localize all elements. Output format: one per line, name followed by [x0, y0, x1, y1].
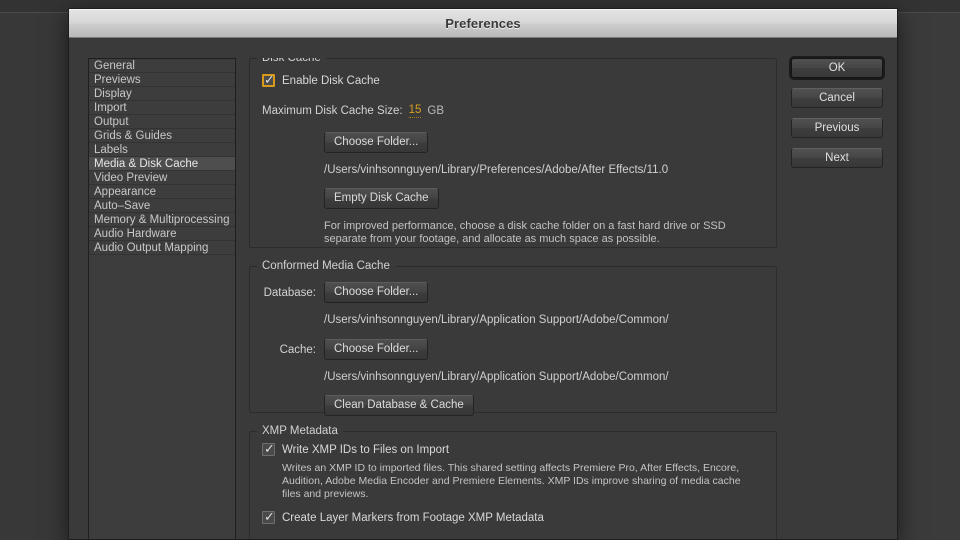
database-choose-folder-button[interactable]: Choose Folder...	[324, 282, 429, 303]
disk-cache-folder-path: /Users/vinhsonnguyen/Library/Preferences…	[324, 164, 669, 176]
enable-disk-cache-label: Enable Disk Cache	[282, 74, 380, 87]
sidebar-item-labels[interactable]: Labels	[89, 143, 235, 157]
sidebar-item-audio-hardware[interactable]: Audio Hardware	[89, 227, 235, 241]
xmp-metadata-group: XMP Metadata ✓ Write XMP IDs to Files on…	[249, 425, 777, 539]
database-row: Database: Choose Folder...	[262, 282, 764, 303]
cache-row: Cache: Choose Folder...	[262, 339, 764, 360]
sidebar-item-appearance[interactable]: Appearance	[89, 185, 235, 199]
checkmark-icon: ✓	[264, 509, 275, 524]
sidebar-item-auto-save[interactable]: Auto–Save	[89, 199, 235, 213]
dialog-title: Preferences	[445, 16, 521, 31]
database-label: Database:	[263, 286, 316, 299]
database-path: /Users/vinhsonnguyen/Library/Application…	[324, 314, 669, 326]
disk-cache-path-row: /Users/vinhsonnguyen/Library/Preferences…	[324, 160, 764, 178]
ok-button[interactable]: OK	[791, 58, 883, 78]
create-layer-markers-label: Create Layer Markers from Footage XMP Me…	[282, 511, 544, 524]
backdrop-right-panel	[897, 13, 960, 540]
sidebar-item-output[interactable]: Output	[89, 115, 235, 129]
settings-pane: Disk Cache ✓ Enable Disk Cache Maximum D…	[249, 58, 777, 539]
dialog-body: General Previews Display Import Output G…	[69, 38, 897, 539]
backdrop-left-panel	[0, 13, 69, 540]
write-xmp-ids-description-row: Writes an XMP ID to imported files. This…	[282, 462, 764, 501]
clean-database-cache-row: Clean Database & Cache	[324, 395, 764, 416]
checkmark-icon: ✓	[264, 72, 275, 87]
sidebar-item-memory-multiprocessing[interactable]: Memory & Multiprocessing	[89, 213, 235, 227]
cancel-button[interactable]: Cancel	[791, 88, 883, 108]
max-disk-cache-size-value[interactable]: 15	[408, 104, 422, 118]
write-xmp-ids-label: Write XMP IDs to Files on Import	[282, 443, 450, 456]
sidebar-item-display[interactable]: Display	[89, 87, 235, 101]
create-layer-markers-row[interactable]: ✓ Create Layer Markers from Footage XMP …	[262, 509, 764, 524]
sidebar-item-audio-output-mapping[interactable]: Audio Output Mapping	[89, 241, 235, 255]
clean-database-and-cache-button[interactable]: Clean Database & Cache	[324, 395, 474, 416]
dialog-titlebar[interactable]: Preferences	[69, 9, 897, 38]
write-xmp-ids-row[interactable]: ✓ Write XMP IDs to Files on Import	[262, 441, 764, 456]
dialog-action-buttons: OK Cancel Previous Next	[791, 58, 883, 178]
sidebar-item-media-and-disk-cache[interactable]: Media & Disk Cache	[89, 157, 235, 171]
sidebar-item-import[interactable]: Import	[89, 101, 235, 115]
empty-disk-cache-button[interactable]: Empty Disk Cache	[324, 188, 439, 209]
xmp-metadata-group-title: XMP Metadata	[257, 425, 343, 437]
next-button[interactable]: Next	[791, 148, 883, 168]
disk-cache-choose-folder-button[interactable]: Choose Folder...	[324, 132, 429, 153]
disk-cache-helper-row: For improved performance, choose a disk …	[324, 220, 764, 246]
sidebar-item-general[interactable]: General	[89, 59, 235, 73]
cache-choose-folder-button[interactable]: Choose Folder...	[324, 339, 429, 360]
disk-cache-helper-text: For improved performance, choose a disk …	[324, 220, 726, 245]
conformed-media-cache-group-title: Conformed Media Cache	[257, 260, 395, 272]
previous-button[interactable]: Previous	[791, 118, 883, 138]
category-list[interactable]: General Previews Display Import Output G…	[88, 58, 236, 539]
checkmark-icon: ✓	[264, 441, 275, 456]
enable-disk-cache-checkbox[interactable]: ✓	[262, 72, 275, 87]
database-path-row: /Users/vinhsonnguyen/Library/Application…	[324, 310, 764, 328]
empty-disk-cache-row: Empty Disk Cache	[324, 188, 764, 209]
write-xmp-ids-description: Writes an XMP ID to imported files. This…	[282, 462, 741, 500]
max-disk-cache-size-row: Maximum Disk Cache Size: 15 GB	[262, 104, 764, 118]
sidebar-item-grids-and-guides[interactable]: Grids & Guides	[89, 129, 235, 143]
max-disk-cache-size-label: Maximum Disk Cache Size:	[262, 105, 403, 117]
cache-label: Cache:	[279, 343, 316, 356]
sidebar-item-video-preview[interactable]: Video Preview	[89, 171, 235, 185]
cache-path: /Users/vinhsonnguyen/Library/Application…	[324, 371, 669, 383]
preferences-dialog: Preferences General Previews Display Imp…	[68, 8, 898, 540]
sidebar-item-previews[interactable]: Previews	[89, 73, 235, 87]
conformed-media-cache-group: Conformed Media Cache Database: Choose F…	[249, 260, 777, 416]
disk-cache-group-title: Disk Cache	[257, 58, 326, 64]
disk-cache-group: Disk Cache ✓ Enable Disk Cache Maximum D…	[249, 58, 777, 248]
disk-cache-folder-row: Choose Folder...	[324, 132, 764, 153]
max-disk-cache-size-unit: GB	[427, 105, 445, 117]
enable-disk-cache-row[interactable]: ✓ Enable Disk Cache	[262, 72, 764, 87]
cache-path-row: /Users/vinhsonnguyen/Library/Application…	[324, 367, 764, 385]
write-xmp-ids-checkbox[interactable]: ✓	[262, 441, 275, 456]
create-layer-markers-checkbox[interactable]: ✓	[262, 509, 275, 524]
